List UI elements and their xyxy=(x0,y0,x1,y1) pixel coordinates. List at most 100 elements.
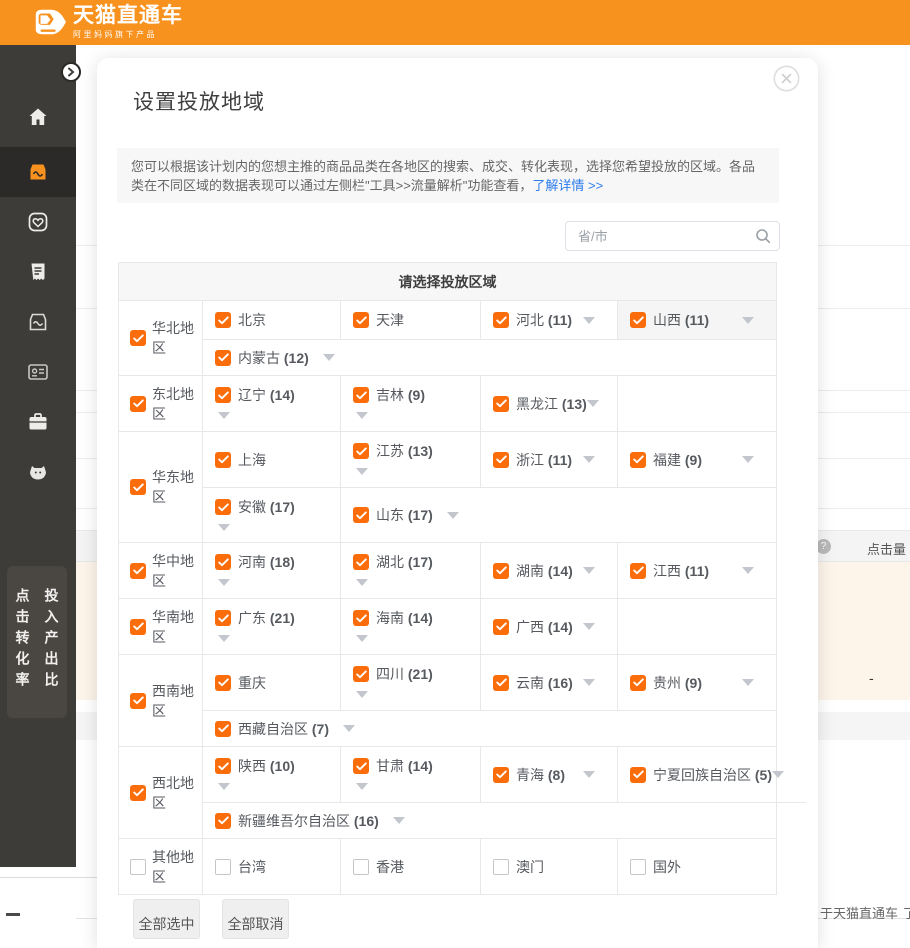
checkbox-unchecked[interactable] xyxy=(630,859,646,875)
expand-districts-arrow-icon[interactable] xyxy=(356,783,368,790)
checkbox-checked[interactable] xyxy=(353,610,369,626)
region-option[interactable]: 华中地区 xyxy=(119,543,203,598)
checkbox-checked[interactable] xyxy=(353,758,369,774)
checkbox-checked[interactable] xyxy=(630,452,646,468)
expand-districts-arrow-icon[interactable] xyxy=(742,456,754,463)
province-search-input[interactable] xyxy=(565,221,780,251)
region-option[interactable]: 华北地区 xyxy=(119,301,203,375)
province-option[interactable]: 河南 (18) xyxy=(203,543,341,598)
checkbox-unchecked[interactable] xyxy=(493,859,509,875)
province-option[interactable]: 江苏 (13) xyxy=(341,432,481,487)
province-option[interactable]: 重庆 xyxy=(203,655,341,710)
checkbox-unchecked[interactable] xyxy=(215,859,231,875)
expand-districts-arrow-icon[interactable] xyxy=(356,468,368,475)
checkbox-checked[interactable] xyxy=(215,554,231,570)
province-option[interactable]: 内蒙古 (12) xyxy=(203,340,335,375)
expand-districts-arrow-icon[interactable] xyxy=(356,635,368,642)
checkbox-checked[interactable] xyxy=(130,563,146,579)
region-option[interactable]: 其他地区 xyxy=(119,839,203,894)
checkbox-checked[interactable] xyxy=(630,312,646,328)
expand-districts-arrow-icon[interactable] xyxy=(583,623,595,630)
checkbox-checked[interactable] xyxy=(130,330,146,346)
shop-outline-icon[interactable] xyxy=(26,310,50,334)
checkbox-checked[interactable] xyxy=(353,312,369,328)
checkbox-checked[interactable] xyxy=(493,312,509,328)
province-option[interactable]: 江西 (11) xyxy=(618,543,776,598)
province-option[interactable]: 黑龙江 (13) xyxy=(481,376,618,431)
expand-districts-arrow-icon[interactable] xyxy=(583,567,595,574)
province-option[interactable]: 香港 xyxy=(341,839,481,894)
province-option[interactable]: 云南 (16) xyxy=(481,655,618,710)
province-option[interactable]: 天津 xyxy=(341,301,481,339)
sidebar-expand-button[interactable] xyxy=(61,62,81,82)
province-option[interactable]: 浙江 (11) xyxy=(481,432,618,487)
expand-districts-arrow-icon[interactable] xyxy=(218,524,230,531)
cat-icon[interactable] xyxy=(26,460,50,484)
expand-districts-arrow-icon[interactable] xyxy=(356,691,368,698)
province-option[interactable]: 湖南 (14) xyxy=(481,543,618,598)
region-option[interactable]: 华南地区 xyxy=(119,599,203,654)
heart-icon[interactable] xyxy=(26,210,50,234)
province-option[interactable]: 陕西 (10) xyxy=(203,747,341,802)
province-option[interactable]: 山东 (17) xyxy=(341,488,459,542)
bg-footer-link-2[interactable]: 了 xyxy=(903,903,910,922)
briefcase-icon[interactable] xyxy=(26,410,50,434)
expand-districts-arrow-icon[interactable] xyxy=(323,354,335,361)
checkbox-checked[interactable] xyxy=(130,619,146,635)
checkbox-checked[interactable] xyxy=(215,452,231,468)
checkbox-checked[interactable] xyxy=(493,767,509,783)
province-option[interactable]: 海南 (14) xyxy=(341,599,481,654)
expand-districts-arrow-icon[interactable] xyxy=(356,579,368,586)
checkbox-checked[interactable] xyxy=(353,666,369,682)
checkbox-checked[interactable] xyxy=(630,767,646,783)
province-option[interactable]: 国外 xyxy=(618,839,776,894)
province-option[interactable]: 台湾 xyxy=(203,839,341,894)
checkbox-checked[interactable] xyxy=(493,619,509,635)
checkbox-checked[interactable] xyxy=(215,813,231,829)
region-option[interactable]: 华东地区 xyxy=(119,432,203,542)
province-option[interactable]: 广西 (14) xyxy=(481,599,618,654)
expand-districts-arrow-icon[interactable] xyxy=(583,679,595,686)
province-option[interactable]: 宁夏回族自治区 (5) xyxy=(618,747,806,802)
province-option[interactable]: 甘肃 (14) xyxy=(341,747,481,802)
checkbox-checked[interactable] xyxy=(130,396,146,412)
expand-districts-arrow-icon[interactable] xyxy=(218,783,230,790)
region-option[interactable]: 东北地区 xyxy=(119,376,203,431)
province-option[interactable]: 贵州 (9) xyxy=(618,655,776,710)
search-icon[interactable] xyxy=(755,228,771,244)
learn-more-link[interactable]: 了解详情 >> xyxy=(532,178,603,193)
province-option[interactable]: 澳门 xyxy=(481,839,618,894)
region-option[interactable]: 西南地区 xyxy=(119,655,203,746)
checkbox-checked[interactable] xyxy=(215,721,231,737)
home-icon[interactable] xyxy=(26,105,50,129)
app-logo[interactable]: 天猫直通车 阿里妈妈旗下产品 xyxy=(30,4,183,40)
checkbox-checked[interactable] xyxy=(630,675,646,691)
checkbox-checked[interactable] xyxy=(215,387,231,403)
checkbox-checked[interactable] xyxy=(215,675,231,691)
expand-districts-arrow-icon[interactable] xyxy=(772,771,784,778)
province-option[interactable]: 山西 (11) xyxy=(618,301,776,339)
expand-districts-arrow-icon[interactable] xyxy=(343,725,355,732)
idcard-icon[interactable] xyxy=(26,360,50,384)
checkbox-checked[interactable] xyxy=(215,758,231,774)
checkbox-checked[interactable] xyxy=(353,387,369,403)
expand-districts-arrow-icon[interactable] xyxy=(447,512,459,519)
help-icon[interactable]: ? xyxy=(816,539,831,554)
checkbox-checked[interactable] xyxy=(215,610,231,626)
checkbox-checked[interactable] xyxy=(353,443,369,459)
deselect-all-button[interactable]: 全部取消 xyxy=(222,899,289,939)
province-option[interactable]: 西藏自治区 (7) xyxy=(203,711,355,746)
expand-districts-arrow-icon[interactable] xyxy=(583,317,595,324)
province-option[interactable]: 吉林 (9) xyxy=(341,376,481,431)
province-option[interactable]: 湖北 (17) xyxy=(341,543,481,598)
expand-districts-arrow-icon[interactable] xyxy=(587,400,599,407)
region-option[interactable]: 西北地区 xyxy=(119,747,203,838)
expand-districts-arrow-icon[interactable] xyxy=(218,579,230,586)
expand-districts-arrow-icon[interactable] xyxy=(742,679,754,686)
province-option[interactable]: 北京 xyxy=(203,301,341,339)
select-all-button[interactable]: 全部选中 xyxy=(133,899,200,939)
bg-footer-link[interactable]: 于天猫直通车 xyxy=(820,903,898,922)
checkbox-checked[interactable] xyxy=(630,563,646,579)
province-option[interactable]: 新疆维吾尔自治区 (16) xyxy=(203,803,405,838)
checkbox-checked[interactable] xyxy=(130,479,146,495)
